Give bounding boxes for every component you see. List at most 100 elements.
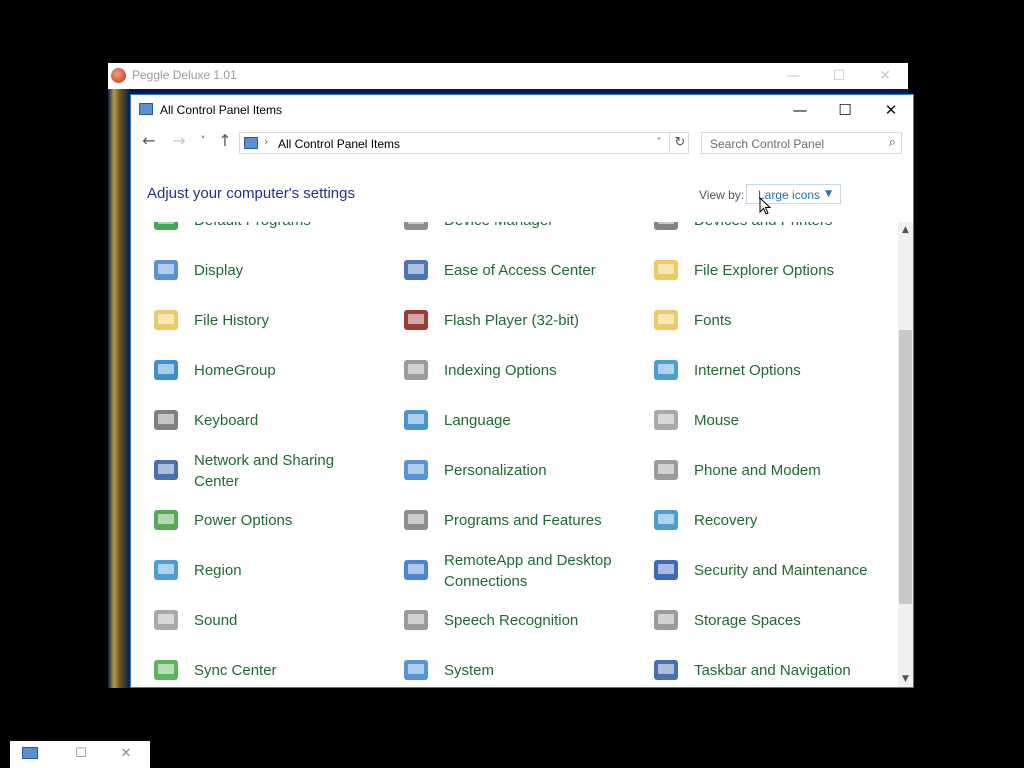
security-maintenance-icon <box>651 555 683 587</box>
control-panel-item-label: Flash Player (32-bit) <box>444 312 580 329</box>
breadcrumb-path[interactable]: All Control Panel Items <box>278 137 400 151</box>
control-panel-item[interactable]: Display <box>151 248 381 294</box>
control-panel-item-label: Phone and Modem <box>694 462 821 479</box>
control-panel-item[interactable]: Device Manager <box>401 222 631 244</box>
storage-spaces-icon <box>651 605 683 637</box>
control-panel-item[interactable]: Mouse <box>651 398 881 444</box>
control-panel-icon <box>244 137 258 149</box>
control-panel-item[interactable]: File Explorer Options <box>651 248 881 294</box>
search-icon[interactable]: ⌕ <box>889 135 896 150</box>
control-panel-item[interactable]: Power Options <box>151 498 381 544</box>
control-panel-item[interactable]: Programs and Features <box>401 498 631 544</box>
minimize-button[interactable]: — <box>777 95 823 125</box>
search-placeholder: Search Control Panel <box>710 137 825 151</box>
scrollbar-thumb[interactable] <box>899 330 912 604</box>
speech-recognition-icon <box>401 605 433 637</box>
control-panel-item[interactable]: Fonts <box>651 298 881 344</box>
refresh-icon[interactable]: ↻ <box>669 132 690 154</box>
control-panel-item[interactable]: RemoteApp and Desktop Connections <box>401 548 631 594</box>
control-panel-item-label: HomeGroup <box>194 362 276 379</box>
control-panel-item[interactable]: Default Programs <box>151 222 381 244</box>
control-panel-item-label: Taskbar and Navigation <box>694 662 851 679</box>
maximize-button[interactable]: ☐ <box>822 95 868 125</box>
fonts-icon <box>651 305 683 337</box>
control-panel-item-label: File History <box>194 312 270 329</box>
language-icon <box>401 405 433 437</box>
address-bar[interactable]: › All Control Panel Items ˅ <box>239 132 689 154</box>
sync-center-icon <box>151 655 183 687</box>
peggle-maximize-button[interactable]: ☐ <box>824 66 854 86</box>
default-programs-icon <box>151 222 183 237</box>
vertical-scrollbar[interactable]: ▲ ▼ <box>898 222 913 687</box>
control-panel-item[interactable]: Storage Spaces <box>651 598 881 644</box>
chevron-down-icon[interactable]: ˅ <box>650 133 668 153</box>
up-arrow-icon[interactable]: ↑ <box>215 131 235 151</box>
minimized-window[interactable]: ☐ ✕ <box>10 741 150 768</box>
control-panel-item[interactable]: File History <box>151 298 381 344</box>
power-options-icon <box>151 505 183 537</box>
control-panel-item[interactable]: Sync Center <box>151 648 381 687</box>
control-panel-item[interactable]: Language <box>401 398 631 444</box>
control-panel-item-label: Devices and Printers <box>694 222 832 231</box>
control-panel-item[interactable]: System <box>401 648 631 687</box>
control-panel-icon <box>139 103 153 115</box>
scroll-up-icon[interactable]: ▲ <box>898 222 913 239</box>
indexing-options-icon <box>401 355 433 387</box>
control-panel-item[interactable]: HomeGroup <box>151 348 381 394</box>
control-panel-item[interactable]: Keyboard <box>151 398 381 444</box>
control-panel-item[interactable]: Flash Player (32-bit) <box>401 298 631 344</box>
control-panel-item[interactable]: Taskbar and Navigation <box>651 648 881 687</box>
control-panel-item-label: Programs and Features <box>444 512 602 529</box>
control-panel-item[interactable]: Personalization <box>401 448 631 494</box>
mouse-icon <box>651 405 683 437</box>
control-panel-item-label: Security and Maintenance <box>694 562 868 579</box>
control-panel-item[interactable]: Speech Recognition <box>401 598 631 644</box>
control-panel-item[interactable]: Devices and Printers <box>651 222 881 244</box>
taskbar-navigation-icon <box>651 655 683 687</box>
control-panel-item[interactable]: Phone and Modem <box>651 448 881 494</box>
peggle-close-button[interactable]: ✕ <box>870 66 900 86</box>
file-history-icon <box>151 305 183 337</box>
keyboard-icon <box>151 405 183 437</box>
control-panel-item-label: System <box>444 662 495 679</box>
control-panel-window: All Control Panel Items — ☐ ✕ ← → ˅ ↑ › … <box>130 94 914 688</box>
control-panel-item-label: Ease of Access Center <box>444 262 596 279</box>
control-panel-item[interactable]: Recovery <box>651 498 881 544</box>
personalization-icon <box>401 455 433 487</box>
search-input[interactable]: Search Control Panel ⌕ <box>701 132 902 154</box>
dropdown-caret-icon: ▼ <box>825 189 832 199</box>
title-bar[interactable]: All Control Panel Items — ☐ ✕ <box>131 95 913 125</box>
peggle-title-bar[interactable]: Peggle Deluxe 1.01 — ☐ ✕ <box>108 63 908 90</box>
mini-maximize-button[interactable]: ☐ <box>71 745 91 763</box>
control-panel-item[interactable]: Indexing Options <box>401 348 631 394</box>
control-panel-item-label: Mouse <box>694 412 740 429</box>
control-panel-item[interactable]: Region <box>151 548 381 594</box>
back-arrow-icon[interactable]: ← <box>139 131 159 151</box>
recent-locations-icon[interactable]: ˅ <box>193 131 213 151</box>
mini-close-button[interactable]: ✕ <box>116 745 136 763</box>
control-panel-item-label: Internet Options <box>694 362 801 379</box>
phone-modem-icon <box>651 455 683 487</box>
network-sharing-icon <box>151 455 183 487</box>
control-panel-item[interactable]: Ease of Access Center <box>401 248 631 294</box>
peggle-title: Peggle Deluxe 1.01 <box>132 68 237 82</box>
sound-icon <box>151 605 183 637</box>
control-panel-item-label: Recovery <box>694 512 758 529</box>
file-explorer-options-icon <box>651 255 683 287</box>
control-panel-item-label: Sound <box>194 612 238 629</box>
control-panel-item[interactable]: Network and Sharing Center <box>151 448 381 494</box>
scroll-down-icon[interactable]: ▼ <box>898 671 913 687</box>
control-panel-item-label: Sync Center <box>194 662 277 679</box>
peggle-minimize-button[interactable]: — <box>778 66 808 86</box>
control-panel-item[interactable]: Sound <box>151 598 381 644</box>
view-by-label: View by: <box>699 188 745 202</box>
region-icon <box>151 555 183 587</box>
control-panel-item[interactable]: Security and Maintenance <box>651 548 881 594</box>
control-panel-item-label: Indexing Options <box>444 362 557 379</box>
control-panel-item[interactable]: Internet Options <box>651 348 881 394</box>
device-manager-icon <box>401 222 433 237</box>
forward-arrow-icon[interactable]: → <box>169 131 189 151</box>
close-button[interactable]: ✕ <box>868 95 913 125</box>
control-panel-icon <box>22 747 38 759</box>
control-panel-item-label: File Explorer Options <box>694 262 835 279</box>
